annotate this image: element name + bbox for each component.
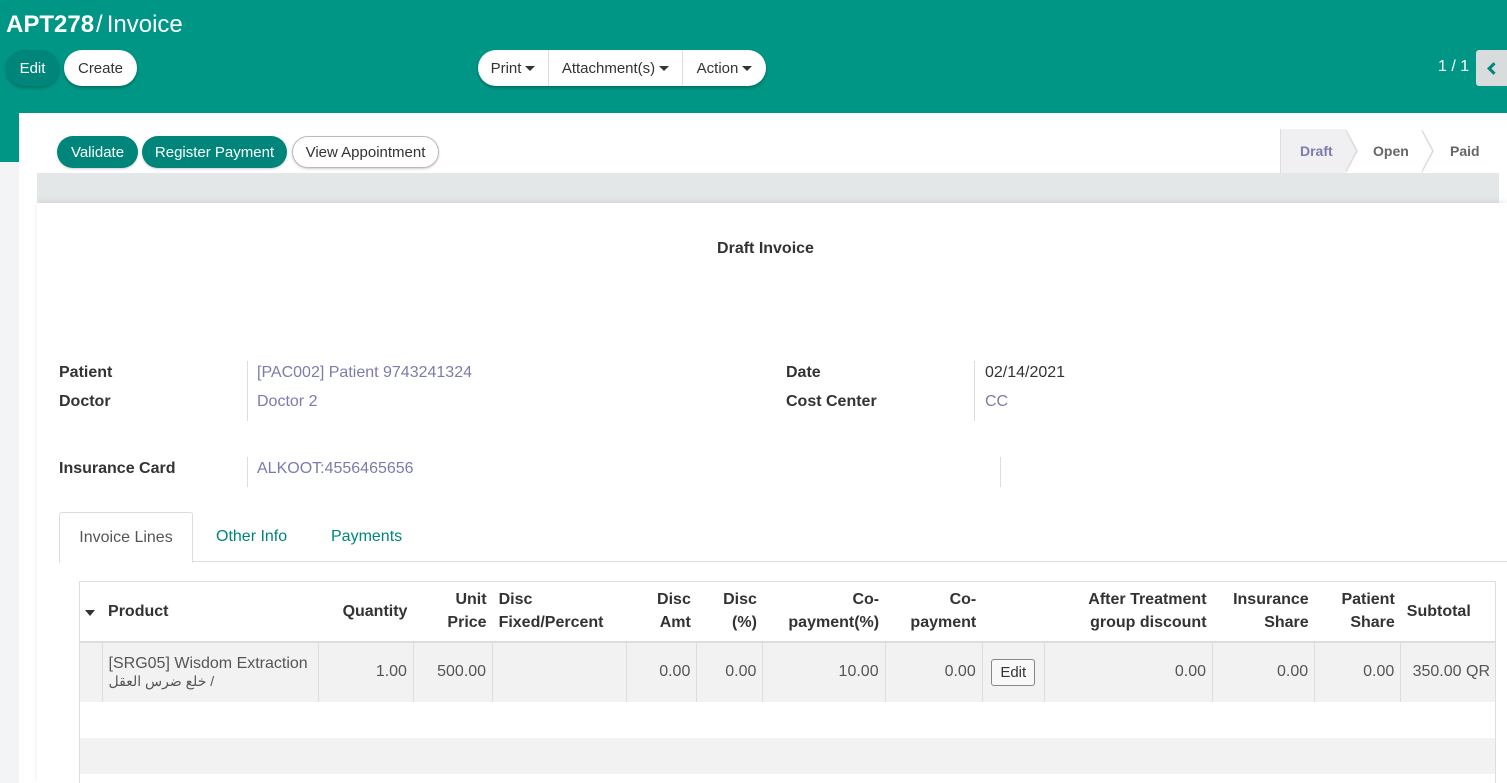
print-dropdown[interactable]: Print: [478, 50, 549, 86]
field-divider: [1000, 457, 1001, 487]
doctor-label: Doctor: [59, 393, 111, 410]
field-divider: [247, 457, 248, 487]
col-edit: [982, 581, 1045, 643]
attachments-dropdown[interactable]: Attachment(s): [549, 50, 683, 86]
doctor-link[interactable]: Doctor 2: [257, 393, 317, 411]
patient-label: Patient: [59, 364, 113, 381]
status-label: Draft: [1300, 143, 1333, 159]
field-divider: [974, 361, 975, 421]
col-disc-pct[interactable]: Disc (%): [696, 581, 763, 643]
col-disc-type[interactable]: Disc Fixed/Percent: [492, 581, 627, 643]
pager-value[interactable]: 1 / 1: [1438, 58, 1469, 76]
cell-copay[interactable]: 0.00: [884, 641, 983, 702]
breadcrumb: APT278/Invoice: [6, 11, 183, 39]
cell-edit: Edit: [981, 641, 1045, 702]
view-appointment-button[interactable]: View Appointment: [292, 136, 439, 168]
print-label: Print: [490, 59, 522, 77]
cell-subtotal[interactable]: 350.00 QR: [1400, 641, 1496, 702]
cell-quantity[interactable]: 1.00: [317, 641, 414, 702]
cell-disc-pct[interactable]: 0.00: [696, 641, 763, 702]
cell-disc-amt[interactable]: 0.00: [626, 641, 697, 702]
cell-disc-type[interactable]: [492, 641, 627, 702]
date-value[interactable]: 02/14/2021: [985, 364, 1065, 382]
status-bar: Draft Open Paid: [1280, 129, 1499, 173]
cell-unit-price[interactable]: 500.00: [412, 641, 493, 702]
form-view: Validate Register Payment View Appointme…: [19, 113, 1507, 783]
status-label: Open: [1373, 143, 1409, 159]
breadcrumb-record[interactable]: APT278: [6, 11, 94, 38]
col-product[interactable]: Product: [102, 581, 319, 643]
patient-link[interactable]: [PAC002] Patient 9743241324: [257, 364, 472, 382]
col-subtotal[interactable]: Subtotal: [1400, 581, 1496, 643]
edit-button[interactable]: Edit: [6, 50, 59, 86]
cost-center-link[interactable]: CC: [985, 393, 1008, 411]
breadcrumb-separator: /: [96, 11, 103, 38]
col-copay-pct[interactable]: Co-payment(%): [762, 581, 886, 643]
table-header-row: Product Quantity Unit Price Disc Fixed/P…: [79, 581, 1496, 643]
breadcrumb-current: Invoice: [106, 11, 183, 38]
cost-center-label: Cost Center: [786, 393, 877, 410]
col-unit-price[interactable]: Unit Price: [413, 581, 493, 643]
chevron-left-icon: [1487, 61, 1500, 75]
cell-after-treatment[interactable]: 0.00: [1043, 641, 1213, 702]
caret-down-icon: [659, 65, 670, 71]
cell-product[interactable]: [SRG05] Wisdom Extraction / خلع ضرس العق…: [101, 641, 319, 702]
document-title: Draft Invoice: [717, 240, 814, 257]
col-insurance-share[interactable]: Insurance Share: [1212, 581, 1315, 643]
col-patient-share[interactable]: Patient Share: [1314, 581, 1401, 643]
notebook-tabs: Invoice Lines Other Info Payments: [59, 512, 1507, 563]
table-row[interactable]: [SRG05] Wisdom Extraction / خلع ضرس العق…: [79, 641, 1496, 702]
left-margin: [0, 162, 19, 783]
tab-payments[interactable]: Payments: [331, 512, 402, 562]
action-button-group: Print Attachment(s) Action: [478, 50, 766, 86]
status-draft: Draft: [1280, 129, 1358, 173]
sort-toggle[interactable]: [79, 581, 103, 643]
product-arabic-name: / خلع ضرس العقل: [108, 672, 215, 689]
insurance-card-label: Insurance Card: [59, 460, 176, 477]
attachments-label: Attachment(s): [561, 59, 656, 77]
col-after-treatment[interactable]: After Treatment group discount: [1044, 581, 1213, 643]
cell-insurance-share[interactable]: 0.00: [1212, 641, 1315, 702]
row-handle: [79, 641, 103, 702]
empty-row: [79, 701, 1496, 738]
col-quantity[interactable]: Quantity: [318, 581, 414, 643]
invoice-lines-table: Product Quantity Unit Price Disc Fixed/P…: [79, 581, 1496, 783]
create-button[interactable]: Create: [64, 50, 137, 86]
empty-row: [79, 737, 1496, 774]
col-copay[interactable]: Co-payment: [885, 581, 983, 643]
empty-row: [79, 773, 1496, 783]
header-divider: [37, 173, 1499, 203]
caret-down-icon: [85, 609, 95, 616]
form-sheet: Draft Invoice Patient [PAC002] Patient 9…: [37, 203, 1507, 783]
insurance-card-link[interactable]: ALKOOT:4556465656: [257, 460, 414, 478]
caret-down-icon: [742, 65, 753, 71]
tab-invoice-lines[interactable]: Invoice Lines: [59, 512, 193, 563]
caret-down-icon: [525, 65, 536, 71]
line-edit-button[interactable]: Edit: [991, 658, 1036, 686]
cell-copay-pct[interactable]: 10.00: [762, 641, 886, 702]
date-label: Date: [786, 364, 821, 381]
tab-other-info[interactable]: Other Info: [216, 512, 287, 562]
pager-previous-button[interactable]: [1476, 50, 1507, 86]
field-divider: [247, 361, 248, 421]
action-label: Action: [696, 59, 739, 77]
validate-button[interactable]: Validate: [57, 136, 138, 168]
action-dropdown[interactable]: Action: [683, 50, 766, 86]
register-payment-button[interactable]: Register Payment: [142, 136, 287, 168]
status-label: Paid: [1450, 143, 1480, 159]
cell-patient-share[interactable]: 0.00: [1314, 641, 1401, 702]
product-name: [SRG05] Wisdom Extraction: [108, 654, 308, 672]
col-disc-amt[interactable]: Disc Amt: [626, 581, 697, 643]
